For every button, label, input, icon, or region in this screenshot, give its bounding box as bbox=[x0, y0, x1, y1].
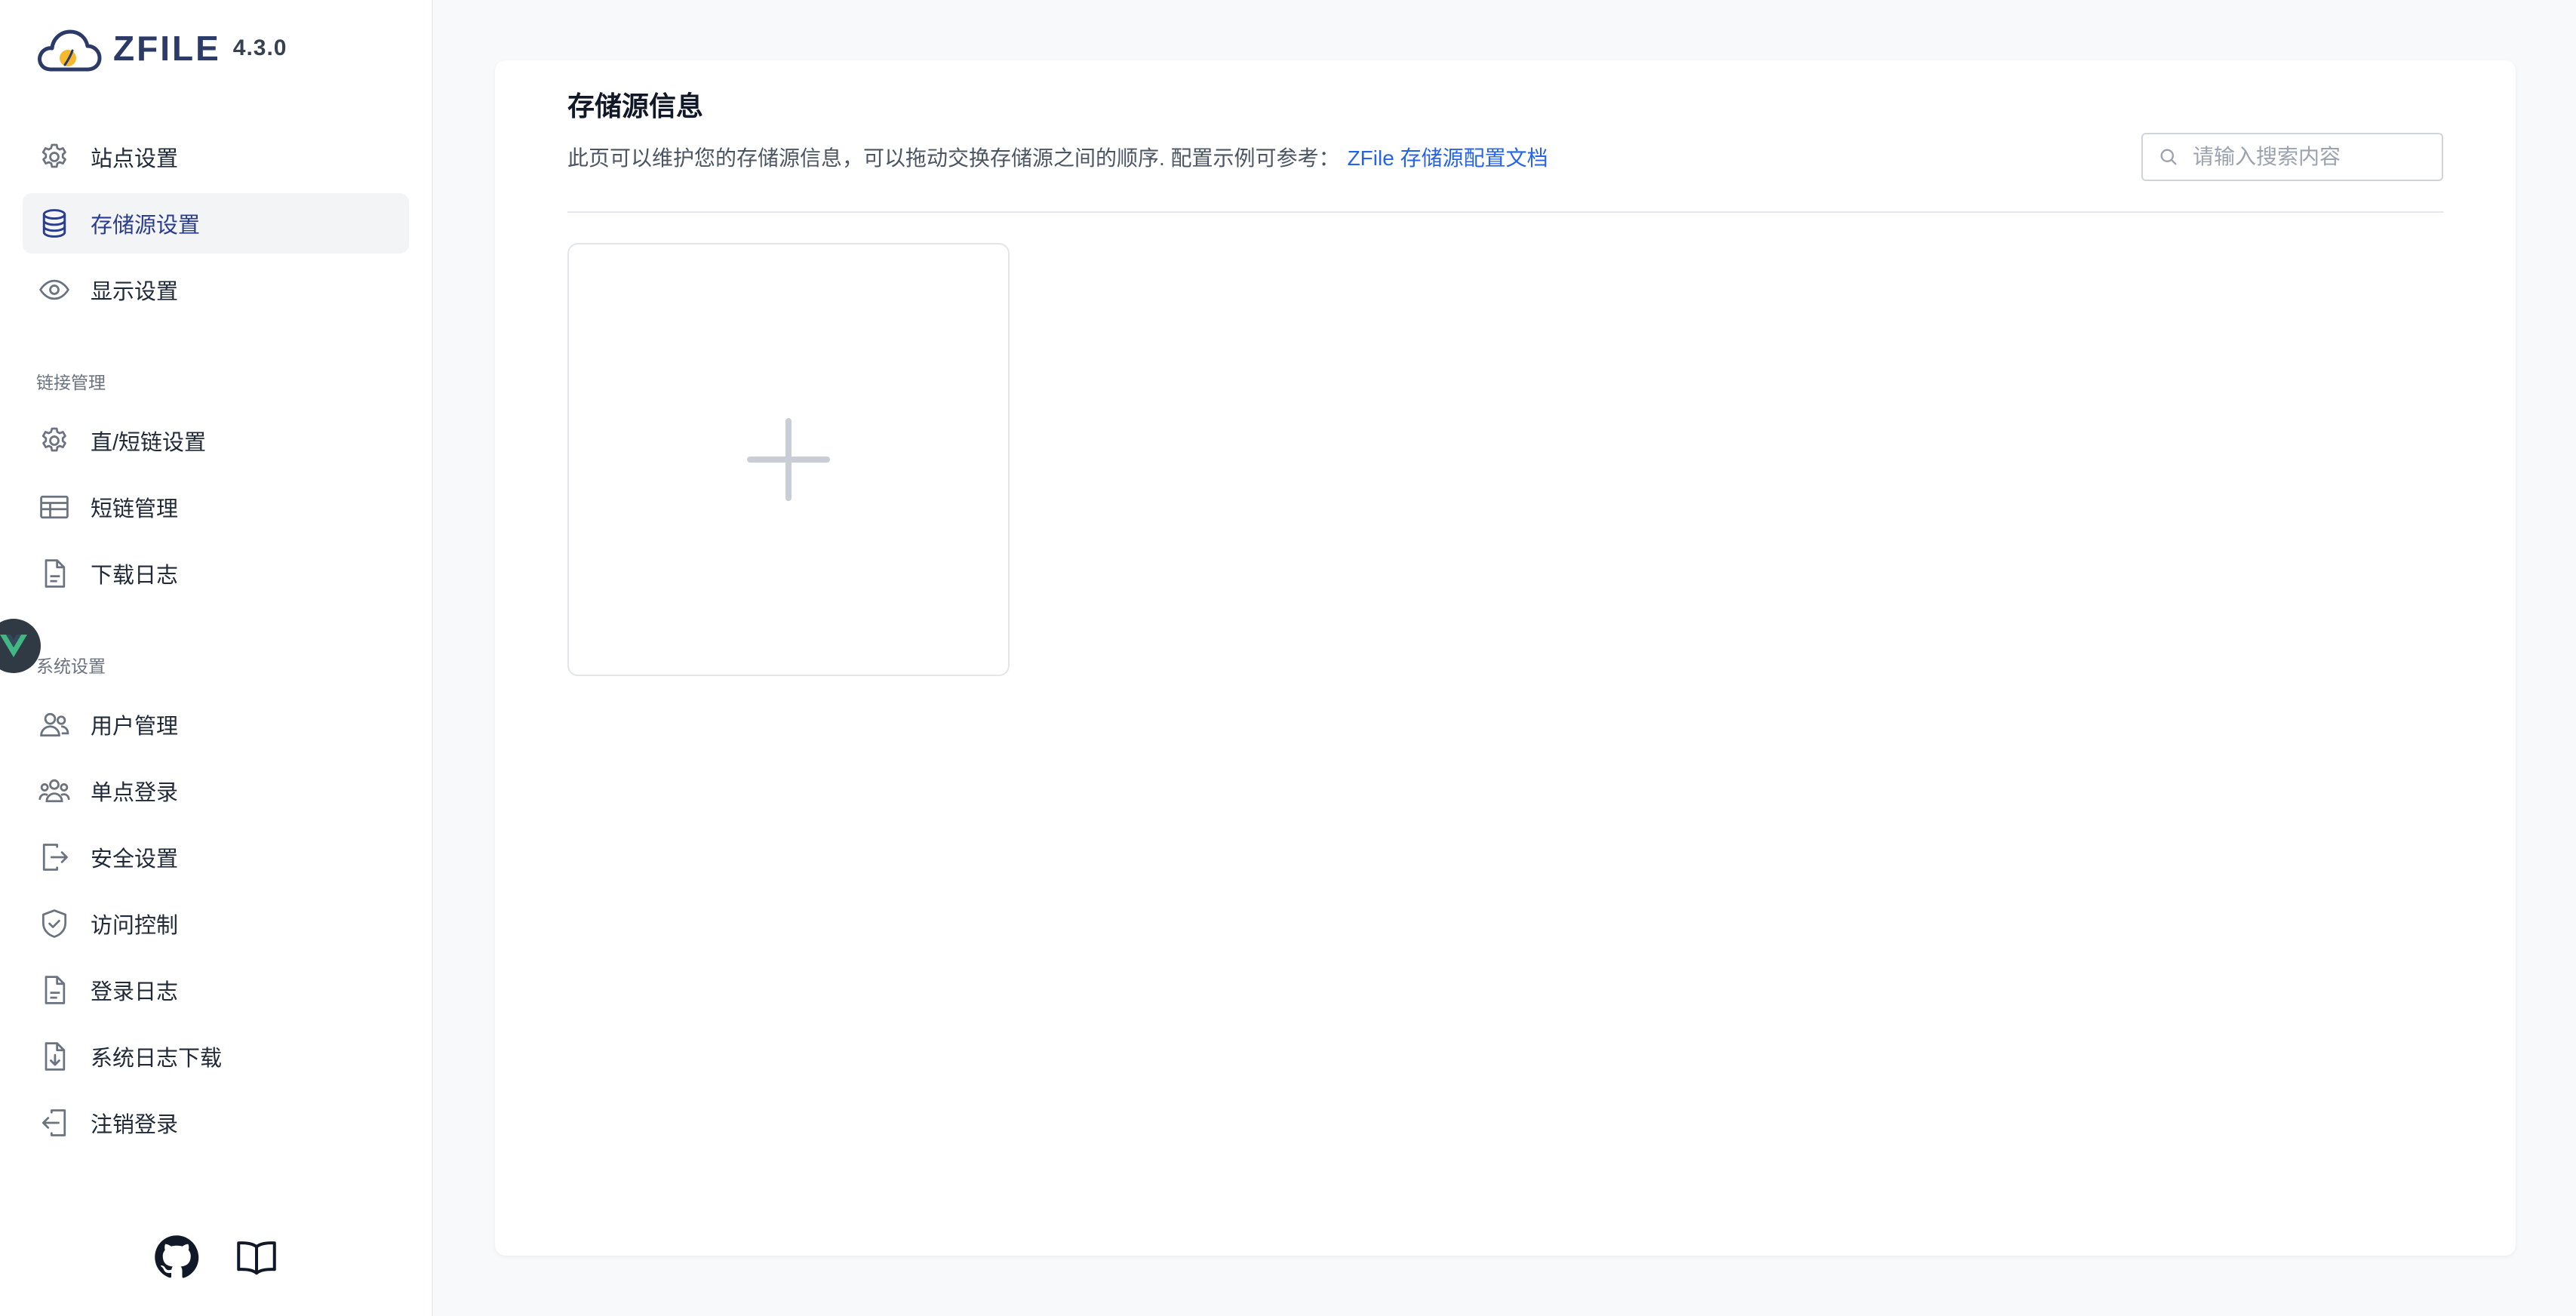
book-icon[interactable] bbox=[234, 1235, 279, 1280]
sidebar-item-user-management[interactable]: 用户管理 bbox=[23, 694, 409, 755]
page-title: 存储源信息 bbox=[567, 91, 704, 121]
sidebar-item-sso[interactable]: 单点登录 bbox=[23, 761, 409, 821]
eye-icon bbox=[39, 279, 69, 300]
sidebar-footer bbox=[0, 1235, 433, 1280]
sidebar-item-label: 站点设置 bbox=[91, 147, 179, 171]
description-text: 此页可以维护您的存储源信息，可以拖动交换存储源之间的顺序. 配置示例可参考： bbox=[567, 146, 1340, 170]
login-icon bbox=[41, 1109, 66, 1136]
brand-name: ZFILE bbox=[113, 29, 221, 68]
page-description: 此页可以维护您的存储源信息，可以拖动交换存储源之间的顺序. 配置示例可参考： ZF… bbox=[567, 142, 1548, 172]
sidebar-item-security-settings[interactable]: 安全设置 bbox=[23, 827, 409, 887]
gear-icon bbox=[41, 143, 66, 168]
logout-icon bbox=[42, 844, 68, 871]
document-download-icon bbox=[45, 1042, 66, 1071]
gear-icon bbox=[41, 427, 66, 452]
devtools-toggle-button[interactable] bbox=[0, 619, 41, 673]
storage-doc-link[interactable]: ZFile 存储源配置文档 bbox=[1348, 146, 1548, 170]
storage-source-card: 存储源信息 此页可以维护您的存储源信息，可以拖动交换存储源之间的顺序. 配置示例… bbox=[495, 60, 2516, 1256]
sidebar: ZFILE 4.3.0 站点设置 存储源设置 显示设置 链接管理 直/短链设置 … bbox=[0, 0, 433, 1316]
sidebar-item-label: 显示设置 bbox=[91, 280, 179, 304]
header-divider bbox=[567, 211, 2443, 213]
section-title-link-management: 链接管理 bbox=[36, 373, 106, 392]
sidebar-item-short-link-management[interactable]: 短链管理 bbox=[23, 477, 409, 537]
sidebar-item-logout[interactable]: 注销登录 bbox=[23, 1093, 409, 1153]
brand-version: 4.3.0 bbox=[232, 35, 287, 60]
sidebar-item-label: 用户管理 bbox=[91, 715, 179, 739]
sidebar-item-direct-link-settings[interactable]: 直/短链设置 bbox=[23, 410, 409, 471]
sidebar-item-label: 访问控制 bbox=[91, 914, 179, 938]
sidebar-item-label: 安全设置 bbox=[91, 847, 179, 872]
sidebar-item-system-log-download[interactable]: 系统日志下载 bbox=[23, 1026, 409, 1087]
add-storage-source-button[interactable] bbox=[567, 243, 1010, 676]
database-icon bbox=[42, 209, 66, 238]
user-group-icon bbox=[38, 779, 70, 803]
section-title-system-settings: 系统设置 bbox=[36, 656, 106, 676]
search-icon bbox=[2160, 149, 2177, 165]
sidebar-item-site-settings[interactable]: 站点设置 bbox=[23, 127, 409, 187]
document-icon bbox=[45, 559, 66, 588]
sidebar-item-label: 短链管理 bbox=[91, 497, 179, 521]
sidebar-item-label: 单点登录 bbox=[91, 781, 179, 805]
sidebar-item-access-control[interactable]: 访问控制 bbox=[23, 893, 409, 954]
sidebar-item-label: 下载日志 bbox=[91, 564, 179, 588]
sidebar-item-download-log[interactable]: 下载日志 bbox=[23, 543, 409, 604]
sidebar-item-storage-settings[interactable]: 存储源设置 bbox=[23, 193, 409, 254]
sidebar-item-login-log[interactable]: 登录日志 bbox=[23, 960, 409, 1020]
search-input[interactable] bbox=[2191, 144, 2433, 170]
sidebar-item-label: 系统日志下载 bbox=[91, 1047, 223, 1071]
github-icon[interactable] bbox=[154, 1235, 199, 1280]
sidebar-item-label: 直/短链设置 bbox=[91, 431, 207, 455]
app-root: ZFILE 4.3.0 站点设置 存储源设置 显示设置 链接管理 直/短链设置 … bbox=[0, 0, 2576, 1316]
cloud-logo-icon bbox=[38, 29, 102, 72]
sidebar-item-label: 登录日志 bbox=[91, 980, 179, 1004]
sidebar-item-label: 注销登录 bbox=[91, 1113, 179, 1137]
users-icon bbox=[40, 712, 69, 737]
table-icon bbox=[40, 495, 69, 519]
sidebar-item-display-settings[interactable]: 显示设置 bbox=[23, 260, 409, 320]
sidebar-item-label: 存储源设置 bbox=[91, 214, 201, 238]
shield-check-icon bbox=[41, 909, 67, 938]
brand[interactable]: ZFILE 4.3.0 bbox=[35, 20, 287, 77]
plus-icon bbox=[747, 418, 830, 501]
document-icon bbox=[45, 976, 66, 1004]
vue-logo-icon bbox=[0, 635, 27, 657]
search-box bbox=[2141, 133, 2443, 181]
